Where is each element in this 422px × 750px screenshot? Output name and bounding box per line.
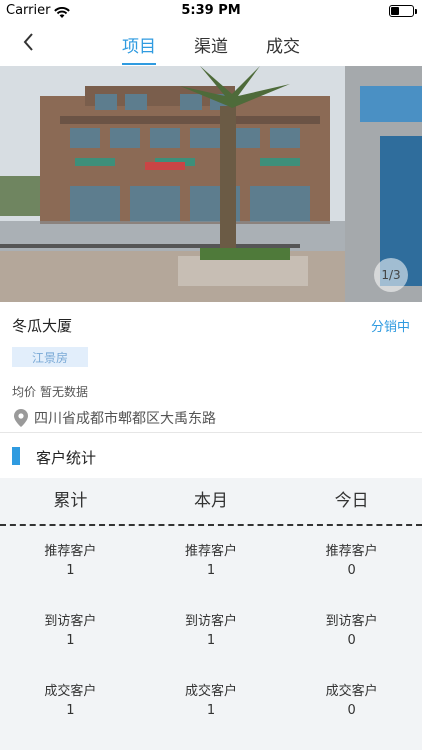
location-pin-icon	[14, 409, 28, 427]
stat-label: 成交客户	[44, 684, 97, 699]
stat-label: 推荐客户	[44, 544, 97, 559]
stat-label: 推荐客户	[325, 544, 378, 559]
stat-label: 成交客户	[185, 684, 238, 699]
stats-cell: 推荐客户 0	[281, 534, 422, 604]
price-value: 暂无数据	[40, 385, 89, 399]
stat-value: 1	[66, 563, 75, 578]
divider	[0, 432, 422, 433]
stats-row-recommended: 推荐客户 1 推荐客户 1 推荐客户 0	[0, 534, 422, 604]
stat-value: 1	[206, 633, 216, 648]
stats-row-closed: 成交客户 1 成交客户 1 成交客户 0	[0, 674, 422, 744]
column-header-month: 本月	[194, 491, 228, 511]
customer-stats-table: 累计 本月 今日 推荐客户 1 推荐客户 1 推荐客户 0 到访客户 1 到访客户 1 到…	[0, 478, 422, 750]
customer-stats-header: 客户统计	[0, 440, 422, 476]
sales-status: 分销中	[370, 320, 410, 335]
column-header-today: 今日	[334, 491, 369, 511]
clock: 5:39 PM	[181, 3, 241, 18]
section-accent-bar	[12, 447, 20, 465]
tab-bar: 项目 渠道 成交	[0, 32, 422, 65]
carousel-page-indicator: 1/3	[374, 258, 408, 292]
stats-cell: 成交客户 1	[141, 674, 282, 744]
tab-project[interactable]: 项目	[122, 32, 156, 65]
stats-column-headers: 累计 本月 今日	[0, 478, 422, 524]
stat-value: 0	[347, 703, 356, 718]
project-tag: 江景房	[12, 347, 88, 367]
address-text: 四川省成都市郫都区大禹东路	[34, 411, 216, 427]
stat-label: 推荐客户	[185, 544, 238, 559]
stats-cell: 到访客户 1	[0, 604, 141, 674]
address-row[interactable]: 四川省成都市郫都区大禹东路	[14, 408, 216, 428]
battery-icon	[389, 5, 417, 17]
stat-value: 1	[66, 633, 75, 648]
stat-label: 到访客户	[325, 614, 378, 629]
stat-label: 成交客户	[325, 684, 378, 699]
project-name: 冬瓜大厦	[12, 317, 73, 335]
dashed-divider	[0, 524, 422, 526]
stats-cell: 推荐客户 1	[141, 534, 282, 604]
stat-value: 0	[347, 563, 356, 578]
stats-cell: 到访客户 1	[141, 604, 282, 674]
section-title: 客户统计	[36, 449, 97, 467]
stats-grid: 推荐客户 1 推荐客户 1 推荐客户 0 到访客户 1 到访客户 1 到访客户 0 成交客户…	[0, 534, 422, 744]
price-row: 均价 暂无数据	[12, 383, 88, 400]
stat-value: 0	[347, 633, 356, 648]
tab-channel[interactable]: 渠道	[194, 32, 228, 63]
project-photo-carousel[interactable]: 1/3	[0, 66, 422, 302]
stat-value: 1	[206, 563, 216, 578]
stat-label: 到访客户	[185, 614, 238, 629]
stat-label: 到访客户	[44, 614, 97, 629]
stats-cell: 成交客户 1	[0, 674, 141, 744]
stats-cell: 到访客户 0	[281, 604, 422, 674]
top-nav: 项目 渠道 成交	[0, 22, 422, 66]
tab-deal[interactable]: 成交	[266, 32, 300, 63]
stats-cell: 推荐客户 1	[0, 534, 141, 604]
column-header-total: 累计	[53, 491, 88, 511]
stat-value: 1	[66, 703, 75, 718]
stats-cell: 成交客户 0	[281, 674, 422, 744]
status-bar: Carrier 5:39 PM	[0, 0, 422, 22]
price-label: 均价	[12, 385, 37, 399]
stat-value: 1	[206, 703, 216, 718]
building-photo	[0, 66, 422, 302]
stats-row-visited: 到访客户 1 到访客户 1 到访客户 0	[0, 604, 422, 674]
